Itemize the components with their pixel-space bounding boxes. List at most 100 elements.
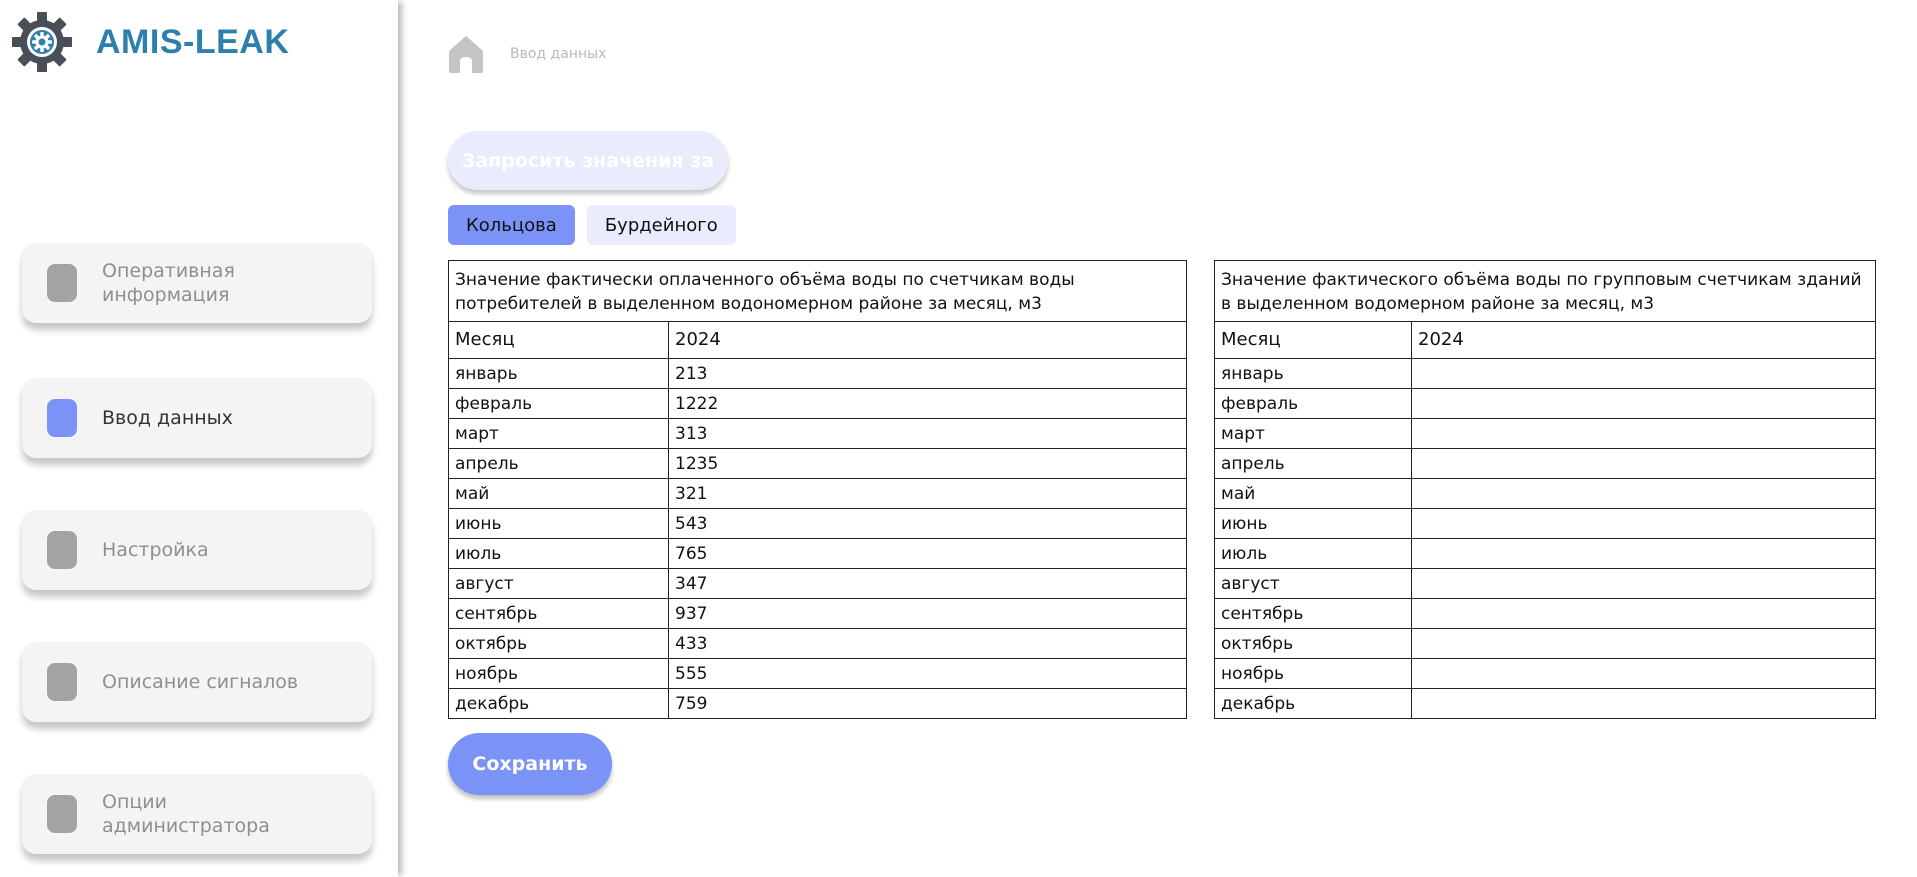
column-header-year: 2024 xyxy=(668,321,1187,359)
value-cell[interactable] xyxy=(1411,568,1876,599)
save-button[interactable]: Сохранить xyxy=(448,733,612,795)
table-row: июнь xyxy=(1214,508,1876,539)
value-cell[interactable]: 433 xyxy=(668,628,1187,659)
value-cell[interactable] xyxy=(1411,628,1876,659)
month-cell: июль xyxy=(1214,538,1412,569)
paid-volume-table: Значение фактически оплаченного объёма в… xyxy=(448,260,1187,719)
sidebar-item-data-input[interactable]: Ввод данных xyxy=(22,378,372,458)
month-cell: февраль xyxy=(1214,388,1412,419)
sidebar-item-label: Опции администратора xyxy=(102,791,270,837)
value-cell[interactable]: 543 xyxy=(668,508,1187,539)
nav-indicator-icon xyxy=(47,663,77,701)
value-cell[interactable] xyxy=(1411,388,1876,419)
table-row: январь 213 xyxy=(448,358,1187,389)
value-cell[interactable]: 347 xyxy=(668,568,1187,599)
column-header-month: Месяц xyxy=(448,321,669,359)
table-row: декабрь xyxy=(1214,688,1876,719)
column-header-month: Месяц xyxy=(1214,321,1412,359)
table-row: февраль xyxy=(1214,388,1876,419)
sidebar-item-label: Ввод данных xyxy=(102,407,233,429)
sidebar-item-admin-options[interactable]: Опции администратора xyxy=(22,774,372,854)
month-cell: август xyxy=(1214,568,1412,599)
table-row: февраль 1222 xyxy=(448,388,1187,419)
month-cell: январь xyxy=(448,358,669,389)
month-cell: ноябрь xyxy=(448,658,669,689)
table-title: Значение фактически оплаченного объёма в… xyxy=(448,260,1187,322)
home-icon[interactable] xyxy=(448,34,484,74)
logo-text: AMIS-LEAK xyxy=(96,22,290,61)
month-cell: октябрь xyxy=(1214,628,1412,659)
tab-burdeynogo[interactable]: Бурдейного xyxy=(586,205,736,245)
sidebar: AMIS-LEAK Оперативная информация Ввод да… xyxy=(0,0,398,877)
value-cell[interactable]: 213 xyxy=(668,358,1187,389)
value-cell[interactable]: 759 xyxy=(668,688,1187,719)
sidebar-item-signal-description[interactable]: Описание сигналов xyxy=(22,642,372,722)
table-row: май xyxy=(1214,478,1876,509)
gear-icon xyxy=(12,12,72,72)
nav-indicator-icon xyxy=(47,264,77,302)
value-cell[interactable] xyxy=(1411,448,1876,479)
month-cell: март xyxy=(448,418,669,449)
nav-indicator-icon xyxy=(47,795,77,833)
table-title: Значение фактического объёма воды по гру… xyxy=(1214,260,1876,322)
sidebar-item-settings[interactable]: Настройка xyxy=(22,510,372,590)
table-row: август xyxy=(1214,568,1876,599)
table-row: апрель 1235 xyxy=(448,448,1187,479)
table-row: сентябрь xyxy=(1214,598,1876,629)
sidebar-item-operative-info[interactable]: Оперативная информация xyxy=(22,243,372,323)
value-cell[interactable] xyxy=(1411,358,1876,389)
table-row: апрель xyxy=(1214,448,1876,479)
value-cell[interactable]: 1222 xyxy=(668,388,1187,419)
value-cell[interactable]: 313 xyxy=(668,418,1187,449)
month-cell: май xyxy=(448,478,669,509)
table-row: ноябрь 555 xyxy=(448,658,1187,689)
value-cell[interactable]: 321 xyxy=(668,478,1187,509)
value-cell[interactable]: 1235 xyxy=(668,448,1187,479)
month-cell: октябрь xyxy=(448,628,669,659)
app-root: AMIS-LEAK Оперативная информация Ввод да… xyxy=(0,0,1917,877)
value-cell[interactable] xyxy=(1411,508,1876,539)
value-cell[interactable] xyxy=(1411,598,1876,629)
value-cell[interactable] xyxy=(1411,418,1876,449)
month-cell: апрель xyxy=(1214,448,1412,479)
table-body: январь 213 февраль 1222 март 313 апрель 1235 май… xyxy=(448,358,1187,719)
value-cell[interactable]: 555 xyxy=(668,658,1187,689)
table-row: май 321 xyxy=(448,478,1187,509)
month-cell: июль xyxy=(448,538,669,569)
table-row: июнь 543 xyxy=(448,508,1187,539)
value-cell[interactable] xyxy=(1411,538,1876,569)
group-meter-volume-table: Значение фактического объёма воды по гру… xyxy=(1214,260,1876,719)
month-cell: январь xyxy=(1214,358,1412,389)
breadcrumb: Ввод данных xyxy=(448,34,606,74)
month-cell: июнь xyxy=(1214,508,1412,539)
value-cell[interactable] xyxy=(1411,688,1876,719)
sidebar-item-label: Описание сигналов xyxy=(102,671,299,693)
value-cell[interactable] xyxy=(1411,658,1876,689)
table-row: ноябрь xyxy=(1214,658,1876,689)
table-row: декабрь 759 xyxy=(448,688,1187,719)
logo[interactable]: AMIS-LEAK xyxy=(10,10,289,74)
district-tabs: Кольцова Бурдейного xyxy=(448,205,748,245)
nav-indicator-icon xyxy=(47,399,77,437)
month-cell: август xyxy=(448,568,669,599)
month-cell: июнь xyxy=(448,508,669,539)
table-row: июль xyxy=(1214,538,1876,569)
table-row: октябрь 433 xyxy=(448,628,1187,659)
month-cell: ноябрь xyxy=(1214,658,1412,689)
table-row: январь xyxy=(1214,358,1876,389)
value-cell[interactable]: 765 xyxy=(668,538,1187,569)
value-cell[interactable] xyxy=(1411,478,1876,509)
month-cell: сентябрь xyxy=(448,598,669,629)
column-header-year: 2024 xyxy=(1411,321,1876,359)
month-cell: февраль xyxy=(448,388,669,419)
tab-koltsova[interactable]: Кольцова xyxy=(448,205,575,245)
sidebar-item-label: Оперативная информация xyxy=(102,260,235,306)
month-cell: сентябрь xyxy=(1214,598,1412,629)
table-row: октябрь xyxy=(1214,628,1876,659)
request-values-button[interactable]: Запросить значения за xyxy=(448,131,728,190)
value-cell[interactable]: 937 xyxy=(668,598,1187,629)
month-cell: март xyxy=(1214,418,1412,449)
month-cell: декабрь xyxy=(448,688,669,719)
table-row: март 313 xyxy=(448,418,1187,449)
table-body: январь февраль март апрель май июнь июль август… xyxy=(1214,358,1876,719)
